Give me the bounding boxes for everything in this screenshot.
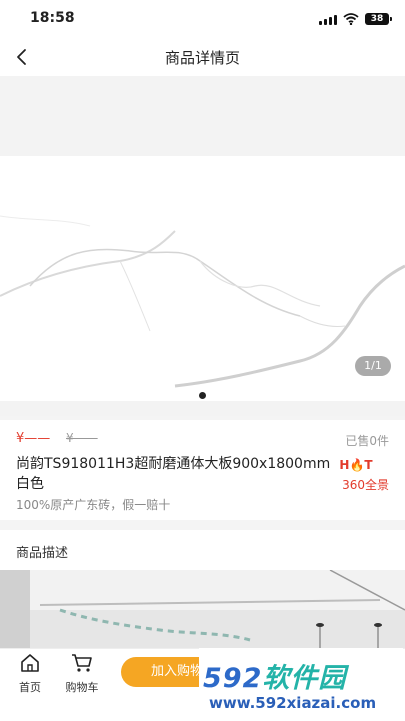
site-watermark: 592软件园 www.592xiazai.com bbox=[199, 648, 403, 720]
wifi-icon bbox=[343, 13, 359, 25]
watermark-url: www.592xiazai.com bbox=[209, 694, 377, 712]
battery-icon: 38 bbox=[365, 13, 392, 25]
cart-icon bbox=[72, 654, 92, 672]
product-info: ¥—— ¥—— 已售0件 尚韵TS918011H3超耐磨通体大板900x1800… bbox=[0, 420, 405, 520]
current-price: ¥—— bbox=[16, 431, 51, 446]
signal-icon bbox=[319, 13, 337, 25]
vr-panorama-link[interactable]: 360全景 bbox=[342, 476, 389, 493]
description-header: 商品描述 bbox=[0, 530, 405, 570]
nav-bar: 商品详情页 bbox=[0, 38, 405, 76]
original-price: ¥—— bbox=[66, 431, 98, 445]
watermark-logo: 592软件园 bbox=[203, 656, 346, 695]
status-time: 18:58 bbox=[30, 10, 75, 26]
tab-home[interactable]: 首页 bbox=[5, 653, 55, 695]
page-indicator: 1/1 bbox=[355, 356, 391, 376]
sold-count: 已售0件 bbox=[345, 434, 389, 448]
product-gallery[interactable]: 1/1 bbox=[0, 76, 405, 416]
home-icon bbox=[21, 654, 39, 672]
tab-home-label: 首页 bbox=[19, 681, 41, 694]
product-title: 尚韵TS918011H3超耐磨通体大板900x1800mm白色 bbox=[16, 456, 331, 492]
marble-tile-image bbox=[0, 156, 405, 401]
carousel-dot[interactable] bbox=[199, 392, 206, 399]
page-title: 商品详情页 bbox=[164, 49, 240, 67]
tab-cart[interactable]: 购物车 bbox=[57, 653, 107, 695]
watermark-digits: 592 bbox=[203, 663, 263, 694]
hot-badge: H🔥T bbox=[339, 458, 373, 472]
description-title: 商品描述 bbox=[16, 546, 69, 561]
tab-cart-label: 购物车 bbox=[65, 681, 99, 694]
status-bar: 18:58 38 bbox=[0, 0, 405, 38]
status-icons: 38 bbox=[319, 10, 392, 28]
product-subtitle: 100%原产广东砖，假一赔十 bbox=[16, 498, 171, 512]
watermark-brand-text: 软件园 bbox=[262, 663, 347, 694]
